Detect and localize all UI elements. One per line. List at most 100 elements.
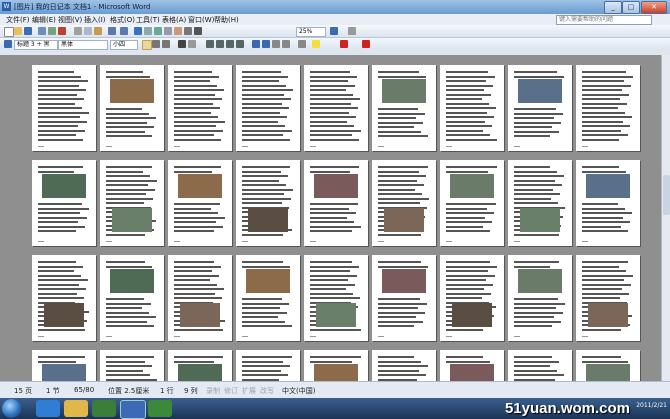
page-thumbnail[interactable] [168, 255, 232, 341]
cut-icon[interactable] [74, 27, 82, 35]
page-thumbnail[interactable] [32, 255, 96, 341]
menu-insert[interactable]: 插入(I) [84, 15, 106, 25]
page-thumbnail[interactable] [100, 255, 164, 341]
page-thumbnail[interactable] [304, 160, 368, 246]
document-map-icon[interactable] [184, 27, 192, 35]
status-extend[interactable]: 扩展 [242, 386, 256, 396]
scrollbar-thumb[interactable] [663, 175, 670, 215]
windows-start-icon[interactable] [2, 399, 21, 418]
read-icon[interactable] [348, 27, 356, 35]
page-thumbnail[interactable] [372, 350, 436, 381]
page-thumbnail[interactable] [372, 255, 436, 341]
menu-tools[interactable]: 工具(T) [136, 15, 160, 25]
page-thumbnail[interactable] [440, 255, 504, 341]
spelling-icon[interactable] [58, 27, 66, 35]
page-thumbnail[interactable] [32, 160, 96, 246]
char-shading-icon[interactable] [188, 40, 196, 48]
page-thumbnail[interactable] [576, 350, 640, 381]
page-thumbnail[interactable] [576, 160, 640, 246]
styles-icon[interactable] [4, 40, 12, 48]
page-thumbnail[interactable] [440, 350, 504, 381]
phonetic-icon[interactable] [362, 40, 370, 48]
undo-icon[interactable] [108, 27, 116, 35]
minimize-button[interactable]: _ [604, 1, 622, 14]
menu-file[interactable]: 文件(F) [6, 15, 30, 25]
table-icon[interactable] [144, 27, 152, 35]
print-icon[interactable] [38, 27, 46, 35]
show-hide-icon[interactable] [194, 27, 202, 35]
justify-icon[interactable] [236, 40, 244, 48]
columns-icon[interactable] [164, 27, 172, 35]
bold-icon[interactable] [142, 40, 152, 50]
page-thumbnail[interactable] [236, 65, 300, 151]
highlight-icon[interactable] [312, 40, 320, 48]
page-thumbnail[interactable] [508, 160, 572, 246]
excel-icon[interactable] [154, 27, 162, 35]
page-thumbnail[interactable] [32, 65, 96, 151]
vertical-scrollbar[interactable] [661, 55, 670, 381]
style-select[interactable]: 标题 3 + 黑 [14, 40, 58, 50]
ie-icon[interactable] [36, 400, 60, 417]
close-button[interactable]: ✕ [641, 1, 667, 14]
open-icon[interactable] [14, 27, 22, 35]
status-overtype[interactable]: 改写 [260, 386, 274, 396]
maximize-button[interactable]: □ [622, 1, 640, 14]
app-icon[interactable] [148, 400, 172, 417]
page-thumbnail[interactable] [168, 65, 232, 151]
page-thumbnail[interactable] [372, 160, 436, 246]
redo-icon[interactable] [120, 27, 128, 35]
status-track[interactable]: 修订 [224, 386, 238, 396]
paste-icon[interactable] [94, 27, 102, 35]
page-thumbnail[interactable] [236, 350, 300, 381]
copy-icon[interactable] [84, 27, 92, 35]
menu-edit[interactable]: 编辑(E) [32, 15, 56, 25]
page-thumbnail[interactable] [576, 65, 640, 151]
menu-help[interactable]: 帮助(H) [214, 15, 239, 25]
decrease-indent-icon[interactable] [272, 40, 280, 48]
page-thumbnail[interactable] [236, 255, 300, 341]
media-player-icon[interactable] [92, 400, 116, 417]
underline-icon[interactable] [162, 40, 170, 48]
increase-indent-icon[interactable] [282, 40, 290, 48]
font-size-select[interactable]: 小四 [110, 40, 138, 50]
drawing-icon[interactable] [174, 27, 182, 35]
save-icon[interactable] [24, 27, 32, 35]
page-thumbnail[interactable] [576, 255, 640, 341]
print-preview-icon[interactable] [48, 27, 56, 35]
zoom-select[interactable]: 25% [296, 27, 326, 37]
explorer-icon[interactable] [64, 400, 88, 417]
menu-format[interactable]: 格式(O) [110, 15, 135, 25]
page-thumbnail[interactable] [100, 160, 164, 246]
page-thumbnail[interactable] [508, 65, 572, 151]
page-thumbnail[interactable] [304, 65, 368, 151]
page-thumbnail[interactable] [100, 65, 164, 151]
help-search-input[interactable]: 键入需要帮助的问题 [556, 15, 652, 25]
page-thumbnail[interactable] [508, 350, 572, 381]
page-thumbnail[interactable] [168, 350, 232, 381]
word-icon[interactable]: W [2, 2, 11, 11]
bullets-icon[interactable] [262, 40, 270, 48]
page-thumbnail[interactable] [32, 350, 96, 381]
help-icon[interactable] [330, 27, 338, 35]
page-thumbnail[interactable] [168, 160, 232, 246]
page-thumbnail[interactable] [100, 350, 164, 381]
page-thumbnail[interactable] [304, 350, 368, 381]
font-color-icon[interactable] [340, 40, 348, 48]
menu-view[interactable]: 视图(V) [58, 15, 82, 25]
page-thumbnail[interactable] [440, 160, 504, 246]
new-icon[interactable] [4, 27, 14, 37]
align-right-icon[interactable] [226, 40, 234, 48]
char-border-icon[interactable] [178, 40, 186, 48]
align-left-icon[interactable] [206, 40, 214, 48]
italic-icon[interactable] [152, 40, 160, 48]
font-select[interactable]: 黑体 [58, 40, 108, 50]
page-thumbnail[interactable] [304, 255, 368, 341]
page-thumbnail[interactable] [440, 65, 504, 151]
hyperlink-icon[interactable] [134, 27, 142, 35]
border-icon[interactable] [298, 40, 306, 48]
numbering-icon[interactable] [252, 40, 260, 48]
menu-table[interactable]: 表格(A) [162, 15, 186, 25]
page-thumbnail[interactable] [236, 160, 300, 246]
page-thumbnail[interactable] [372, 65, 436, 151]
page-thumbnail[interactable] [508, 255, 572, 341]
